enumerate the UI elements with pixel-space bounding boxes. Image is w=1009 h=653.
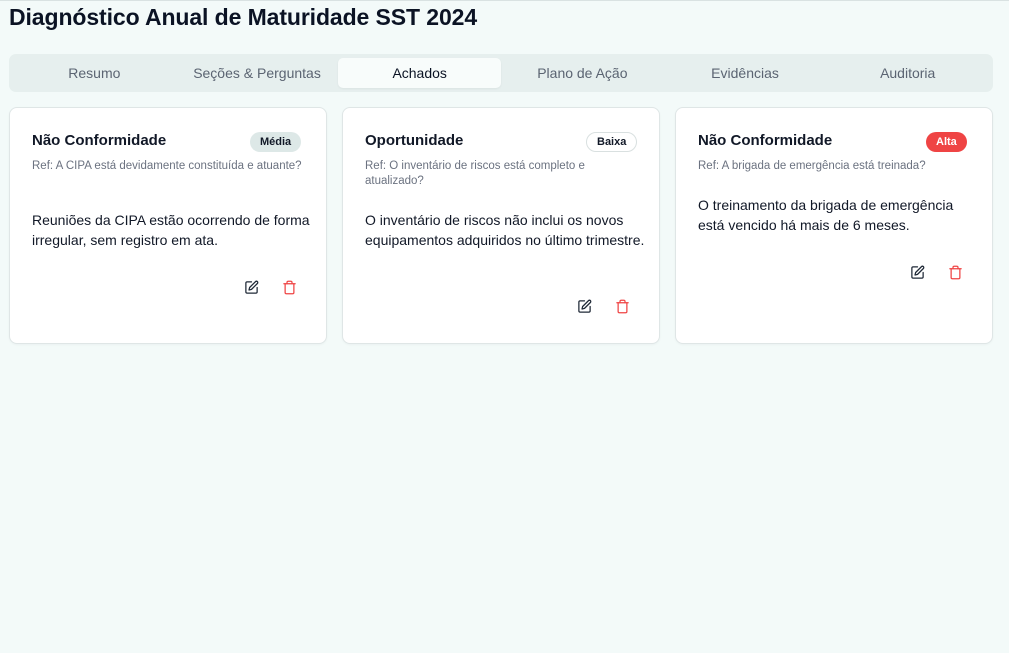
edit-icon bbox=[244, 280, 258, 294]
tab-evidencias[interactable]: Evidências bbox=[664, 58, 827, 88]
finding-type: Oportunidade bbox=[365, 132, 464, 149]
finding-type: Não Conformidade bbox=[698, 132, 833, 149]
tab-plano-de-acao[interactable]: Plano de Ação bbox=[501, 58, 664, 88]
edit-icon bbox=[577, 299, 591, 313]
delete-button[interactable] bbox=[946, 263, 964, 281]
top-divider bbox=[0, 0, 1009, 1]
delete-button[interactable] bbox=[280, 278, 298, 296]
finding-actions bbox=[908, 263, 964, 281]
tab-secoes-perguntas[interactable]: Seções & Perguntas bbox=[176, 58, 339, 88]
trash-icon bbox=[282, 280, 296, 294]
finding-reference: Ref: A CIPA está devidamente constituída… bbox=[32, 160, 302, 172]
severity-badge: Baixa bbox=[586, 132, 638, 152]
delete-button[interactable] bbox=[613, 297, 631, 315]
finding-type: Não Conformidade bbox=[32, 132, 167, 149]
finding-reference: Ref: A brigada de emergência está treina… bbox=[698, 160, 926, 172]
trash-icon bbox=[615, 299, 629, 313]
findings-list: Não Conformidade Média Ref: A CIPA está … bbox=[9, 107, 993, 344]
trash-icon bbox=[948, 265, 962, 279]
finding-card: Não Conformidade Alta Ref: A brigada de … bbox=[675, 107, 993, 344]
edit-button[interactable] bbox=[575, 297, 593, 315]
finding-actions bbox=[242, 278, 298, 296]
finding-description: O inventário de riscos não inclui os nov… bbox=[365, 212, 645, 248]
tab-resumo[interactable]: Resumo bbox=[13, 58, 176, 88]
finding-card: Oportunidade Baixa Ref: O inventário de … bbox=[342, 107, 660, 344]
tab-achados[interactable]: Achados bbox=[338, 58, 502, 88]
finding-description: O treinamento da brigada de emergência e… bbox=[698, 197, 954, 233]
finding-card: Não Conformidade Média Ref: A CIPA está … bbox=[9, 107, 327, 344]
page-title: Diagnóstico Anual de Maturidade SST 2024 bbox=[9, 4, 478, 30]
edit-button[interactable] bbox=[908, 263, 926, 281]
finding-actions bbox=[575, 297, 631, 315]
edit-button[interactable] bbox=[242, 278, 260, 296]
finding-reference: Ref: O inventário de riscos está complet… bbox=[365, 160, 585, 187]
tab-auditoria[interactable]: Auditoria bbox=[826, 58, 989, 88]
finding-description: Reuniões da CIPA estão ocorrendo de form… bbox=[32, 212, 310, 248]
tab-bar: Resumo Seções & Perguntas Achados Plano … bbox=[9, 54, 993, 92]
severity-badge: Média bbox=[250, 132, 302, 152]
edit-icon bbox=[910, 265, 924, 279]
severity-badge: Alta bbox=[926, 132, 967, 152]
